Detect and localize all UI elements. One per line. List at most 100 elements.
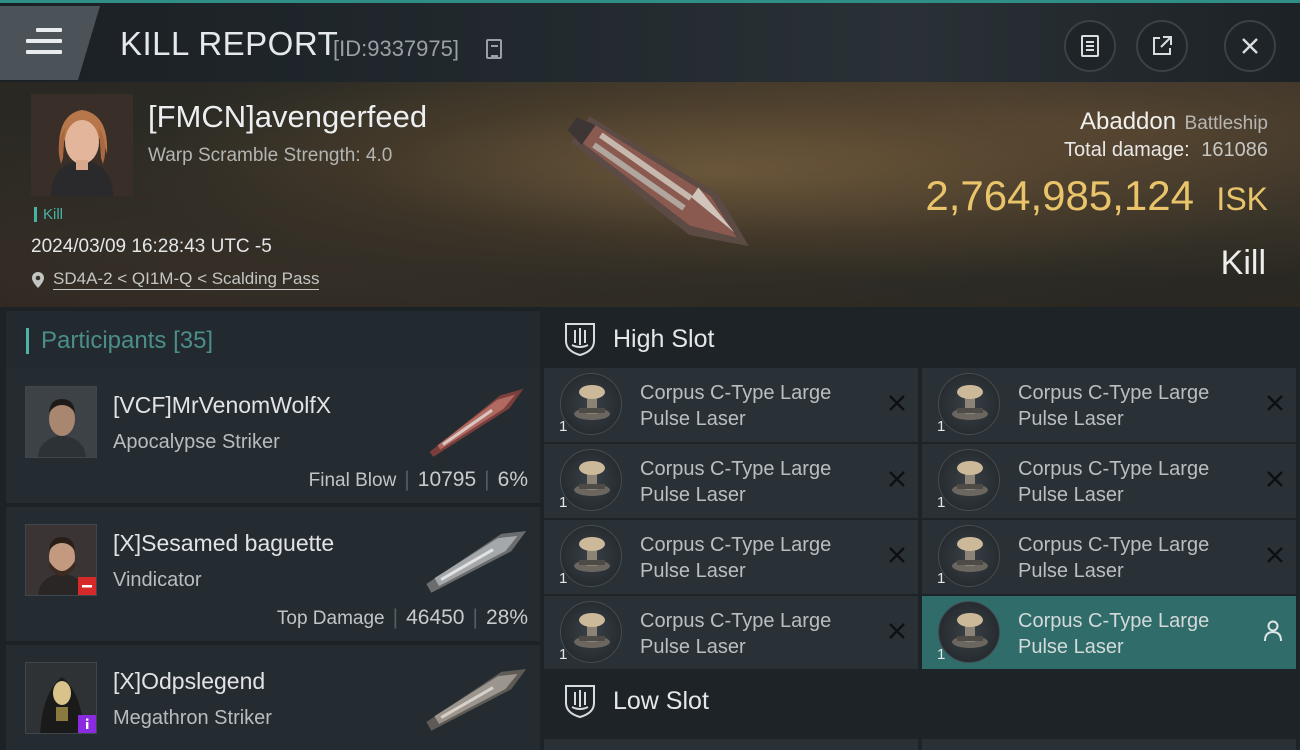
high-slot-icon <box>565 323 595 357</box>
high-slot-item[interactable]: 1 Corpus C-Type Large Pulse Laser <box>544 596 918 670</box>
participant-ship: Vindicator <box>113 569 202 591</box>
location-text: SD4A-2 < QI1M-Q < Scalding Pass <box>53 269 320 290</box>
participant-percent: 28% <box>485 606 528 629</box>
clipboard-button[interactable] <box>1064 20 1116 72</box>
copy-icon[interactable] <box>486 39 502 59</box>
module-quantity: 1 <box>559 418 568 435</box>
module-quantity: 1 <box>937 418 946 435</box>
low-slot-item[interactable] <box>544 739 918 750</box>
participant-ship-image <box>426 669 527 731</box>
top-bar: KILL REPORT [ID:9337975] <box>0 0 1300 82</box>
result-label: Kill <box>1220 244 1266 282</box>
low-slot-title: Low Slot <box>613 687 709 715</box>
high-slot-item[interactable]: 1 Corpus C-Type Large Pulse Laser <box>544 444 918 518</box>
menu-icon <box>26 28 62 58</box>
participants-title: Participants [35] <box>26 328 213 354</box>
module-name: Corpus C-Type Large Pulse Laser <box>1018 458 1210 506</box>
close-icon <box>1242 38 1258 54</box>
kill-tag: Kill <box>34 207 63 222</box>
module-name: Corpus C-Type Large Pulse Laser <box>1018 610 1210 658</box>
module-quantity: 1 <box>559 646 568 663</box>
module-icon <box>938 525 1000 587</box>
victim-ship-class: Battleship <box>1184 113 1268 134</box>
page-title: KILL REPORT <box>120 25 339 62</box>
participant-ship-image <box>426 531 527 593</box>
module-quantity: 1 <box>937 646 946 663</box>
module-name: Corpus C-Type Large Pulse Laser <box>1018 534 1210 582</box>
close-button[interactable] <box>1224 20 1276 72</box>
victim-panel: [FMCN]avengerfeed Warp Scramble Strength… <box>0 82 1300 307</box>
destroyed-icon <box>1267 471 1283 487</box>
isk-value-line: 2,764,985,124 ISK <box>925 172 1268 220</box>
module-icon <box>560 373 622 435</box>
module-name: Corpus C-Type Large Pulse Laser <box>640 382 832 430</box>
high-slot-item[interactable]: 1 Corpus C-Type Large Pulse Laser <box>544 520 918 594</box>
low-slot-item[interactable] <box>922 739 1296 750</box>
module-icon <box>938 373 1000 435</box>
location-pin-icon <box>32 271 44 288</box>
module-icon <box>560 449 622 511</box>
isk-unit: ISK <box>1216 181 1268 217</box>
destroyed-icon <box>889 471 905 487</box>
participant-ship: Megathron Striker <box>113 707 272 729</box>
destroyed-icon <box>889 623 905 639</box>
participant-name: [VCF]MrVenomWolfX <box>113 392 332 418</box>
high-slot-item[interactable]: 1 Corpus C-Type Large Pulse Laser <box>544 368 918 442</box>
isk-value: 2,764,985,124 <box>925 172 1194 219</box>
person-icon[interactable] <box>1262 619 1284 643</box>
participant-role: Top Damage <box>276 608 385 629</box>
participant-damage: 46450 <box>406 606 465 629</box>
module-name: Corpus C-Type Large Pulse Laser <box>640 458 832 506</box>
share-button[interactable] <box>1136 20 1188 72</box>
destroyed-icon <box>889 547 905 563</box>
module-name: Corpus C-Type Large Pulse Laser <box>1018 382 1210 430</box>
victim-ship-image <box>567 116 749 247</box>
module-quantity: 1 <box>937 570 946 587</box>
module-name: Corpus C-Type Large Pulse Laser <box>640 610 832 658</box>
high-slot-item[interactable]: 1 Corpus C-Type Large Pulse Laser <box>922 444 1296 518</box>
participant-row[interactable]: [X]Odpslegend Megathron Striker <box>6 645 540 750</box>
high-slot-title: High Slot <box>613 325 715 353</box>
destroyed-icon <box>1267 395 1283 411</box>
destroyed-icon <box>889 395 905 411</box>
low-slot-icon <box>565 685 595 719</box>
clipboard-icon <box>1081 35 1099 57</box>
location-link[interactable]: SD4A-2 < QI1M-Q < Scalding Pass <box>31 269 320 290</box>
report-id: [ID:9337975] <box>333 36 459 61</box>
participant-name: [X]Sesamed baguette <box>113 530 335 556</box>
high-slot-item[interactable]: 1 Corpus C-Type Large Pulse Laser <box>922 596 1296 670</box>
status-badge <box>78 715 96 733</box>
module-quantity: 1 <box>559 494 568 511</box>
module-icon <box>938 449 1000 511</box>
total-damage-value: 161086 <box>1201 139 1268 161</box>
module-icon <box>560 525 622 587</box>
menu-button[interactable] <box>0 6 100 80</box>
victim-name[interactable]: [FMCN]avengerfeed <box>148 99 427 135</box>
avatar <box>25 662 97 734</box>
high-slot-item[interactable]: 1 Corpus C-Type Large Pulse Laser <box>922 368 1296 442</box>
participant-ship: Apocalypse Striker <box>113 431 280 453</box>
module-name: Corpus C-Type Large Pulse Laser <box>640 534 832 582</box>
avatar <box>25 524 97 596</box>
destroyed-icon <box>1267 547 1283 563</box>
victim-ship-line: Abaddon Battleship <box>1080 108 1268 136</box>
total-damage-label: Total damage: <box>1064 139 1190 161</box>
participant-row[interactable]: [VCF]MrVenomWolfX Apocalypse Striker Fin… <box>6 369 540 503</box>
module-quantity: 1 <box>559 570 568 587</box>
participant-percent: 6% <box>497 468 528 491</box>
status-badge <box>78 577 96 595</box>
participant-row[interactable]: [X]Sesamed baguette Vindicator Top Damag… <box>6 507 540 641</box>
module-icon <box>560 601 622 663</box>
low-slot-header: Low Slot <box>544 669 1300 733</box>
victim-ship-name[interactable]: Abaddon <box>1080 108 1176 135</box>
participant-ship-image <box>429 388 524 457</box>
participant-stats: Final Blow | 10795 | 6% <box>308 468 528 491</box>
high-slot-item[interactable]: 1 Corpus C-Type Large Pulse Laser <box>922 520 1296 594</box>
victim-portrait[interactable] <box>31 94 133 196</box>
module-icon <box>938 601 1000 663</box>
participants-count: [35] <box>173 327 214 354</box>
share-icon <box>1153 36 1172 55</box>
warp-scramble-strength: Warp Scramble Strength: 4.0 <box>148 145 393 166</box>
fitting-panel: High Slot 1 Corpus C-Type Large Pulse Lase… <box>540 307 1300 750</box>
participants-panel: Participants [35] [VCF]MrVenomWolfX Apoc… <box>0 307 540 750</box>
